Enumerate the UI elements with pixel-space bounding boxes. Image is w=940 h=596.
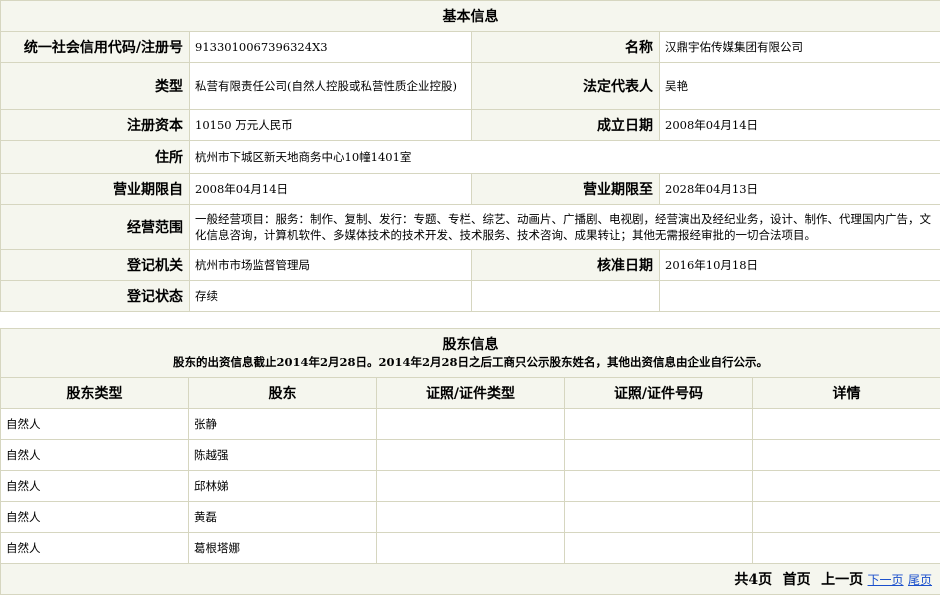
page-total: 共4页 xyxy=(734,572,773,588)
table-row: 自然人 张静 xyxy=(0,408,940,440)
table-row: 自然人 邱林娣 xyxy=(0,470,940,502)
license-type xyxy=(376,470,565,502)
table-row: 自然人 葛根塔娜 xyxy=(0,532,940,564)
shareholder-header: 股东信息 股东的出资信息截止2014年2月28日。2014年2月28日之后工商只… xyxy=(0,328,940,378)
term-from-label: 营业期限自 xyxy=(0,173,190,205)
table-row: 自然人 黄磊 xyxy=(0,501,940,533)
shareholder-name: 葛根塔娜 xyxy=(188,532,377,564)
shareholder-name: 黄磊 xyxy=(188,501,377,533)
shareholder-name: 张静 xyxy=(188,408,377,440)
shareholder-type: 自然人 xyxy=(0,532,189,564)
capital-label: 注册资本 xyxy=(0,109,190,141)
basic-info-table: 基本信息 统一社会信用代码/注册号 913301006739632​4X3 名称… xyxy=(0,0,940,312)
established-value: 2008年04月14日 xyxy=(659,109,940,141)
address-label: 住所 xyxy=(0,140,190,174)
status-label: 登记状态 xyxy=(0,280,190,312)
details xyxy=(751,470,940,502)
shareholder-title: 股东信息 xyxy=(442,337,499,353)
shareholder-notice: 股东的出资信息截止2014年2月28日。2014年2月28日之后工商只公示股东姓… xyxy=(172,355,769,369)
company-name-value: 汉鼎宇佑传媒集团有限公司 xyxy=(659,31,940,63)
term-to-value: 2028年04月13日 xyxy=(659,173,940,205)
col-shareholder-name: 股东 xyxy=(188,377,377,409)
license-number xyxy=(564,532,753,564)
license-type xyxy=(376,501,565,533)
legal-rep-label: 法定代表人 xyxy=(471,62,660,110)
established-label: 成立日期 xyxy=(471,109,660,141)
col-details: 详情 xyxy=(751,377,940,409)
col-license-number: 证照/证件号码 xyxy=(564,377,753,409)
shareholder-type: 自然人 xyxy=(0,470,189,502)
shareholder-type: 自然人 xyxy=(0,439,189,471)
credit-code-label: 统一社会信用代码/注册号 xyxy=(0,31,190,63)
basic-info-title: 基本信息 xyxy=(0,0,940,32)
license-number xyxy=(564,501,753,533)
license-number xyxy=(564,470,753,502)
license-type xyxy=(376,408,565,440)
shareholder-name: 陈越强 xyxy=(188,439,377,471)
type-value: 私营有限责任公司(自然人控股或私营性质企业控股) xyxy=(189,62,472,110)
credit-code-value: 913301006739632​4X3 xyxy=(189,31,472,63)
term-to-label: 营业期限至 xyxy=(471,173,660,205)
company-name-label: 名称 xyxy=(471,31,660,63)
type-label: 类型 xyxy=(0,62,190,110)
status-value: 存续 xyxy=(189,280,472,312)
table-row: 自然人 陈越强 xyxy=(0,439,940,471)
prev-page: 上一页 xyxy=(821,572,864,588)
approval-value: 2016年10月18日 xyxy=(659,249,940,281)
details xyxy=(751,501,940,533)
capital-value: 10150 万元人民币 xyxy=(189,109,472,141)
first-page: 首页 xyxy=(782,572,811,588)
legal-rep-value: 吴艳 xyxy=(659,62,940,110)
authority-label: 登记机关 xyxy=(0,249,190,281)
col-license-type: 证照/证件类型 xyxy=(376,377,565,409)
scope-label: 经营范围 xyxy=(0,204,190,250)
pagination: 共4页 首页 上一页 下一页 尾页 xyxy=(0,563,940,595)
scope-value: 一般经营项目：服务：制作、复制、发行：专题、专栏、综艺、动画片、广播剧、电视剧，… xyxy=(189,204,940,250)
address-value: 杭州市下城区新天地商务中心10幢1401室 xyxy=(189,140,940,174)
shareholder-type: 自然人 xyxy=(0,408,189,440)
next-page-link[interactable]: 下一页 xyxy=(868,573,904,587)
empty-cell xyxy=(659,280,940,312)
shareholder-table: 股东信息 股东的出资信息截止2014年2月28日。2014年2月28日之后工商只… xyxy=(0,328,940,595)
term-from-value: 2008年04月14日 xyxy=(189,173,472,205)
shareholder-type: 自然人 xyxy=(0,501,189,533)
license-number xyxy=(564,408,753,440)
details xyxy=(751,408,940,440)
authority-value: 杭州市市场监督管理局 xyxy=(189,249,472,281)
details xyxy=(751,532,940,564)
col-shareholder-type: 股东类型 xyxy=(0,377,189,409)
license-number xyxy=(564,439,753,471)
license-type xyxy=(376,439,565,471)
shareholder-name: 邱林娣 xyxy=(188,470,377,502)
details xyxy=(751,439,940,471)
empty-cell xyxy=(471,280,660,312)
license-type xyxy=(376,532,565,564)
approval-label: 核准日期 xyxy=(471,249,660,281)
last-page-link[interactable]: 尾页 xyxy=(908,573,932,587)
